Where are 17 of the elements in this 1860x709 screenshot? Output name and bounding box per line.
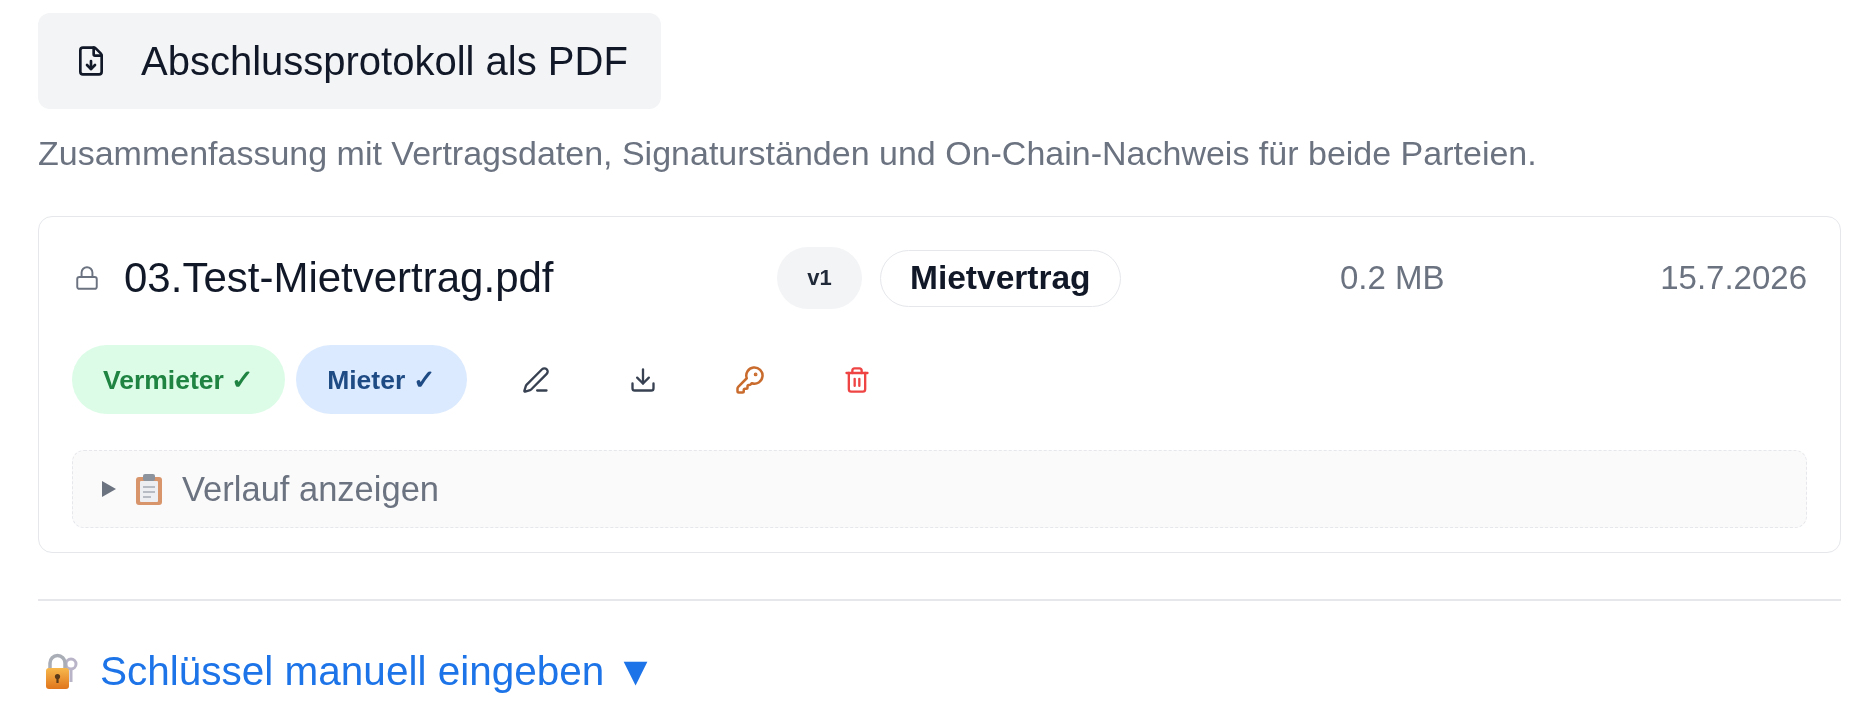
file-date: 15.7.2026 [1660, 259, 1807, 297]
category-tag: Mietvertrag [880, 249, 1121, 307]
key-icon [734, 364, 765, 395]
export-pdf-button[interactable]: Abschlussprotokoll als PDF [38, 13, 661, 109]
clipboard-icon [136, 473, 162, 505]
history-toggle[interactable]: Verlauf anzeigen [72, 450, 1807, 528]
signature-status-chip: Mieter ✓ [296, 345, 467, 414]
padlock-key-icon [45, 653, 78, 689]
file-size: 0.2 MB [1340, 259, 1445, 297]
manual-key-link[interactable]: Schlüssel manuell eingeben ▼ [45, 647, 656, 695]
export-description: Zusammenfassung mit Vertragsdaten, Signaturständen und On-Chain-Nachweis für beide Parteien. [38, 133, 1537, 174]
download-icon [628, 365, 657, 394]
file-name: 03.Test-Mietvertrag.pdf [124, 254, 554, 302]
trash-icon [842, 365, 871, 394]
pen-icon [521, 365, 550, 394]
signature-status-chip: Vermieter ✓ [72, 345, 286, 414]
version-badge: v1 [777, 247, 862, 309]
